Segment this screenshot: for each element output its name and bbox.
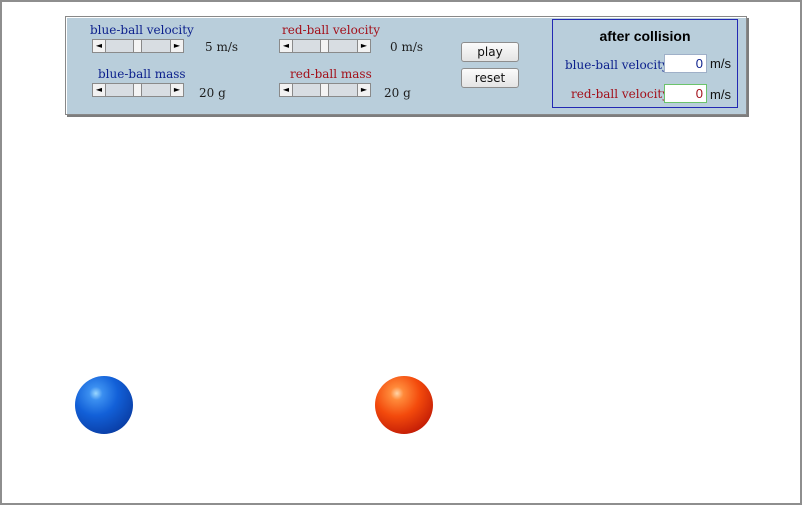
arrow-left-icon[interactable]: ◄	[93, 40, 106, 52]
blue-mass-slider[interactable]: ◄ ►	[92, 83, 184, 97]
red-velocity-unit: m/s	[401, 40, 424, 54]
slider-thumb[interactable]	[320, 40, 329, 52]
red-mass-value: 20	[384, 86, 400, 100]
blue-mass-unit: g	[218, 86, 226, 100]
red-mass-readout: 20 g	[384, 86, 411, 100]
blue-velocity-unit: m/s	[216, 40, 239, 54]
red-mass-label: red-ball mass	[290, 67, 372, 81]
red-mass-slider[interactable]: ◄ ►	[279, 83, 371, 97]
red-velocity-slider[interactable]: ◄ ►	[279, 39, 371, 53]
red-mass-unit: g	[403, 86, 411, 100]
after-red-velocity-field[interactable]: 0	[664, 84, 707, 103]
after-blue-velocity-field[interactable]: 0	[664, 54, 707, 73]
after-red-velocity-label: red-ball velocity	[571, 87, 670, 101]
blue-velocity-value: 5	[205, 40, 213, 54]
slider-thumb[interactable]	[133, 84, 142, 96]
arrow-left-icon[interactable]: ◄	[280, 40, 293, 52]
blue-ball	[75, 376, 133, 434]
red-velocity-value: 0	[390, 40, 398, 54]
after-blue-velocity-unit: m/s	[710, 56, 731, 71]
control-panel: blue-ball velocity ◄ ► 5 m/s blue-ball m…	[65, 16, 747, 115]
play-button[interactable]: play	[461, 42, 519, 62]
arrow-right-icon[interactable]: ►	[170, 84, 183, 96]
arrow-left-icon[interactable]: ◄	[280, 84, 293, 96]
after-collision-title: after collision	[599, 28, 691, 44]
blue-velocity-slider[interactable]: ◄ ►	[92, 39, 184, 53]
red-ball	[375, 376, 433, 434]
after-red-velocity-unit: m/s	[710, 87, 731, 102]
arrow-right-icon[interactable]: ►	[170, 40, 183, 52]
arrow-right-icon[interactable]: ►	[357, 40, 370, 52]
red-velocity-label: red-ball velocity	[282, 23, 381, 37]
red-velocity-readout: 0 m/s	[390, 40, 423, 54]
slider-thumb[interactable]	[133, 40, 142, 52]
arrow-right-icon[interactable]: ►	[357, 84, 370, 96]
blue-velocity-readout: 5 m/s	[205, 40, 238, 54]
after-collision-box: after collision blue-ball velocity 0 m/s…	[552, 19, 738, 108]
blue-mass-value: 20	[199, 86, 215, 100]
slider-thumb[interactable]	[320, 84, 329, 96]
blue-velocity-label: blue-ball velocity	[90, 23, 194, 37]
simulation-frame: blue-ball velocity ◄ ► 5 m/s blue-ball m…	[0, 0, 802, 505]
reset-button[interactable]: reset	[461, 68, 519, 88]
arrow-left-icon[interactable]: ◄	[93, 84, 106, 96]
after-blue-velocity-label: blue-ball velocity	[565, 58, 669, 72]
blue-mass-label: blue-ball mass	[98, 67, 186, 81]
blue-mass-readout: 20 g	[199, 86, 226, 100]
